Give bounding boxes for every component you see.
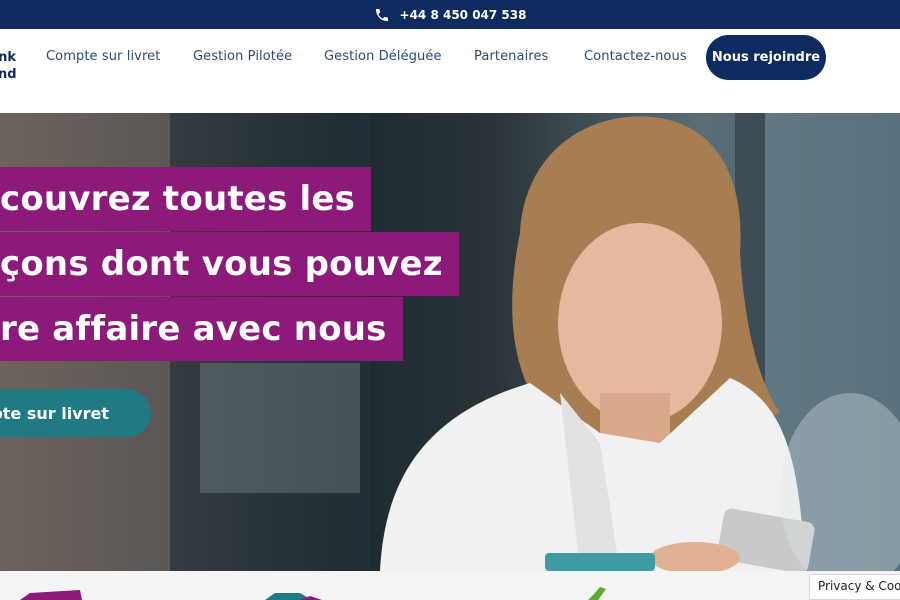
logo-line-2: nd [0, 67, 16, 82]
hero-headline-line-1: couvrez toutes les [0, 167, 372, 231]
join-button[interactable]: Nous rejoindre [706, 35, 826, 80]
nav-item-gestion-deleguee[interactable]: Gestion Déléguée [324, 49, 442, 64]
logo[interactable]: nk nd [0, 49, 16, 83]
top-contact-bar: +44 8 450 047 538 [0, 0, 900, 29]
hero-headline-line-3: re affaire avec nous [0, 297, 403, 361]
nav-item-partenaires[interactable]: Partenaires [474, 49, 548, 64]
hero-banner: couvrez toutes les çons dont vous pouvez… [0, 113, 900, 571]
phone-icon [375, 8, 388, 21]
hero-headline-line-2: çons dont vous pouvez [0, 232, 459, 296]
nav-item-compte-sur-livret[interactable]: Compte sur livret [46, 49, 160, 64]
nav-item-gestion-pilotee[interactable]: Gestion Pilotée [193, 49, 292, 64]
feature-icons-partial [20, 587, 606, 600]
features-strip [0, 571, 900, 600]
main-nav: nk nd Compte sur livret Gestion Pilotée … [0, 29, 900, 113]
logo-line-1: nk [0, 50, 16, 65]
hero-cta-button[interactable]: pte sur livret [0, 389, 151, 437]
nav-item-contactez-nous[interactable]: Contactez-nous [584, 49, 687, 64]
privacy-cookie-tab[interactable]: Privacy & Coo [809, 574, 900, 600]
phone-number[interactable]: +44 8 450 047 538 [400, 8, 527, 22]
